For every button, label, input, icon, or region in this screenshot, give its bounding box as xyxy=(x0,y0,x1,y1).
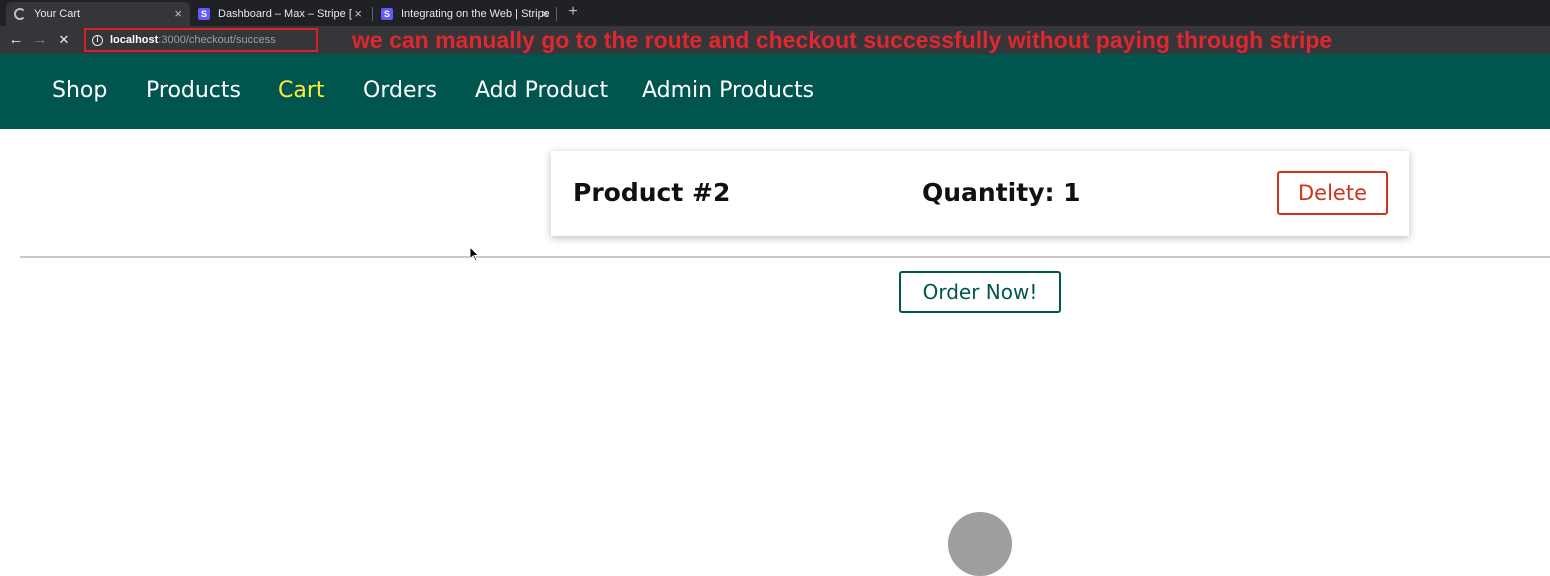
cart-item-quantity: Quantity: 1 xyxy=(922,178,1081,207)
floating-circle xyxy=(948,512,1012,576)
tab-stripe-integrating[interactable]: S Integrating on the Web | Stripe × xyxy=(373,2,557,26)
tab-separator xyxy=(556,7,557,21)
browser-tab-bar: Your Cart × S Dashboard – Max – Stripe [… xyxy=(0,0,1550,26)
tab-stripe-dashboard[interactable]: S Dashboard – Max – Stripe [Test] × xyxy=(190,2,370,26)
back-arrow-icon[interactable]: ← xyxy=(6,30,26,50)
stripe-icon: S xyxy=(198,8,210,20)
tab-title: Integrating on the Web | Stripe xyxy=(401,8,549,20)
delete-button[interactable]: Delete xyxy=(1277,171,1388,215)
nav-item-admin-products[interactable]: Admin Products xyxy=(642,78,814,103)
main-header: Shop Products Cart Orders Add Product Ad… xyxy=(0,54,1550,129)
forward-arrow-icon[interactable]: → xyxy=(30,30,50,50)
close-icon[interactable]: × xyxy=(174,6,182,21)
order-now-button[interactable]: Order Now! xyxy=(899,271,1061,313)
tab-your-cart[interactable]: Your Cart × xyxy=(6,2,190,26)
nav-item-add-product[interactable]: Add Product xyxy=(475,78,608,103)
divider xyxy=(20,256,1550,258)
address-bar[interactable]: i localhost:3000/checkout/success xyxy=(84,28,318,52)
new-tab-icon[interactable]: + xyxy=(564,3,582,21)
tab-title: Your Cart xyxy=(34,8,81,20)
url-host: localhost xyxy=(110,34,159,46)
url-path: :3000/checkout/success xyxy=(158,34,276,46)
mouse-cursor-icon xyxy=(469,246,480,262)
stripe-icon: S xyxy=(381,8,393,20)
tab-title: Dashboard – Max – Stripe [Test] xyxy=(218,8,352,20)
nav-item-products[interactable]: Products xyxy=(146,78,241,103)
nav-item-shop[interactable]: Shop xyxy=(52,78,107,103)
close-icon[interactable]: × xyxy=(541,6,549,21)
nav-item-orders[interactable]: Orders xyxy=(363,78,437,103)
loading-spinner-icon xyxy=(14,8,26,20)
browser-toolbar: ← → ✕ i localhost:3000/checkout/success … xyxy=(0,26,1550,54)
annotation-text: we can manually go to the route and chec… xyxy=(352,27,1333,53)
close-icon[interactable]: × xyxy=(354,6,362,21)
cart-item-card: Product #2 Quantity: 1 Delete xyxy=(551,151,1409,236)
cart-item-title: Product #2 xyxy=(573,178,731,207)
stop-loading-icon[interactable]: ✕ xyxy=(54,30,74,50)
info-icon[interactable]: i xyxy=(92,34,103,46)
nav-item-cart[interactable]: Cart xyxy=(278,78,325,103)
